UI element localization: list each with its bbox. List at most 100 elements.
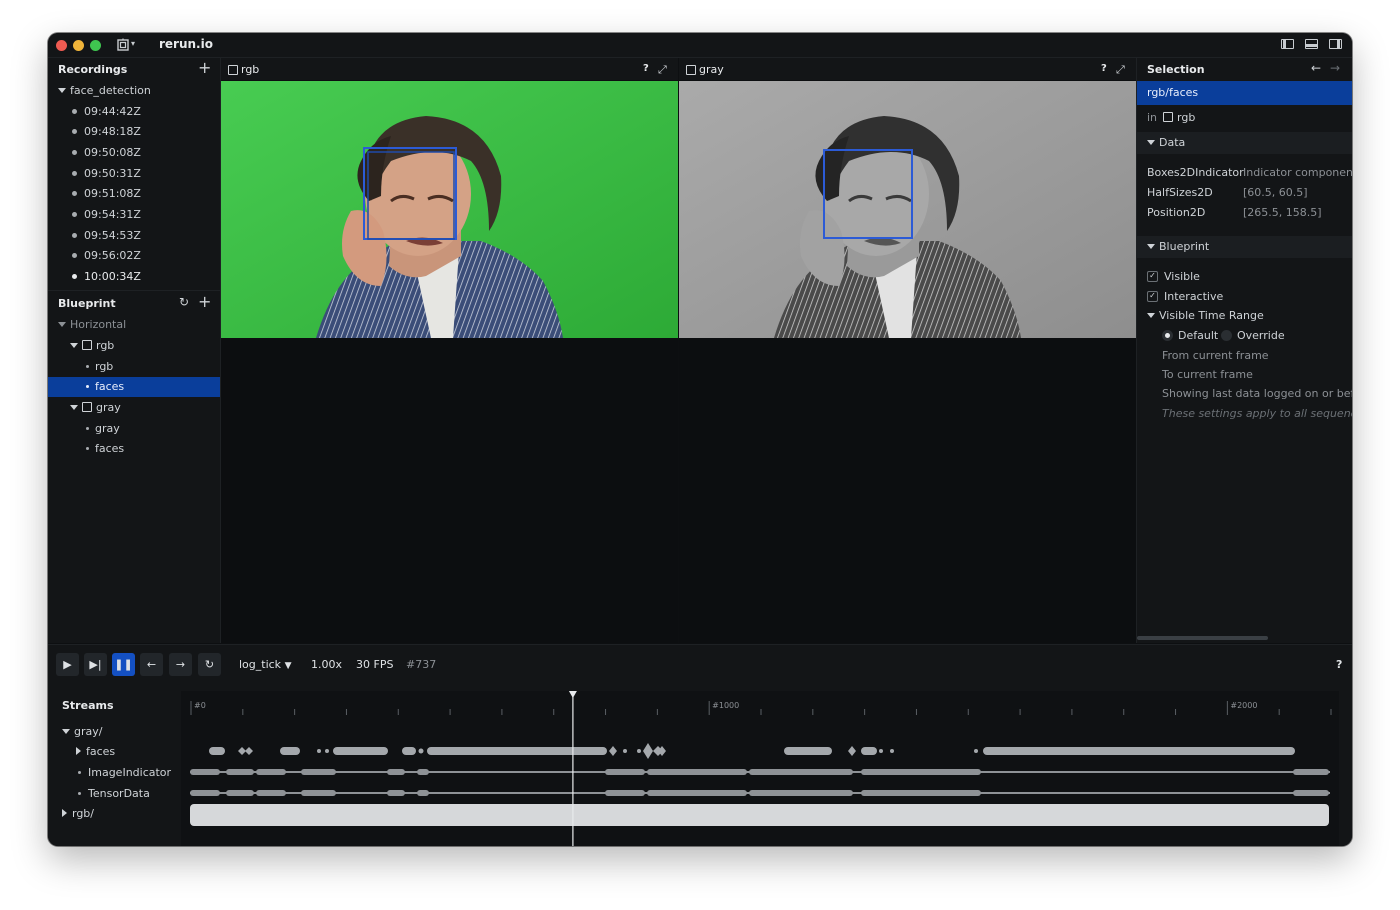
time-cursor-handle: [568, 691, 577, 698]
step-back-arrow-button[interactable]: ←: [140, 653, 163, 676]
stream-faces[interactable]: faces: [76, 742, 115, 762]
timeline-tracks[interactable]: #0 #1000 #2000: [181, 691, 1339, 846]
add-recording-plus-icon[interactable]: +: [198, 58, 211, 77]
title-bar: ▾ rerun.io: [48, 33, 1352, 58]
recording-item[interactable]: 09:50:31Z: [72, 164, 141, 184]
recording-item[interactable]: 09:50:08Z: [72, 143, 141, 163]
recording-item[interactable]: 09:54:31Z: [72, 205, 141, 225]
showing-label: Showing last data logged on or before: [1162, 387, 1352, 400]
selection-in-view[interactable]: in rgb: [1147, 108, 1195, 128]
gray-image[interactable]: [679, 81, 1136, 338]
fps-setting[interactable]: 30 FPS: [356, 658, 393, 671]
from-frame-label: From current frame: [1162, 349, 1269, 362]
recording-item-active[interactable]: 10:00:34Z: [72, 267, 141, 287]
loop-button[interactable]: ↻: [198, 653, 221, 676]
component-value: [60.5, 60.5]: [1243, 186, 1308, 199]
component-value: [265.5, 158.5]: [1243, 206, 1322, 219]
viewport-rgb[interactable]: rgb ? ⤢: [221, 58, 678, 643]
entity-faces[interactable]: faces: [86, 439, 124, 459]
viewport-rgb-header: rgb ? ⤢: [221, 58, 678, 80]
rgb-track: [190, 804, 1329, 826]
menu-chevron-down-icon[interactable]: ▾: [131, 39, 135, 48]
recording-item[interactable]: 09:44:42Z: [72, 102, 141, 122]
recording-group[interactable]: face_detection: [58, 81, 151, 101]
timeline-selector[interactable]: log_tick ▼: [239, 658, 291, 671]
radio-override[interactable]: Override: [1221, 326, 1285, 346]
stream-tensor-data[interactable]: TensorData: [78, 784, 150, 804]
chevron-down-icon: [58, 87, 66, 93]
view-square-icon: [228, 65, 238, 75]
recording-group-label: face_detection: [70, 84, 151, 97]
recording-item[interactable]: 09:48:18Z: [72, 122, 141, 142]
add-view-plus-icon[interactable]: +: [198, 292, 211, 311]
view-square-icon: [686, 65, 696, 75]
reset-blueprint-icon[interactable]: ↻: [179, 295, 189, 309]
component-value: Indicator component f: [1243, 166, 1352, 179]
entity-faces-selected[interactable]: faces: [48, 377, 220, 397]
rerun-logo-icon[interactable]: [116, 38, 130, 52]
blueprint-section-header[interactable]: Blueprint: [1137, 236, 1352, 258]
chevron-down-icon: [1147, 243, 1155, 249]
component-key: HalfSizes2D: [1147, 186, 1213, 199]
toggle-left-panel-icon[interactable]: [1281, 39, 1294, 49]
help-icon[interactable]: ?: [1101, 63, 1107, 74]
current-frame: #737: [406, 658, 437, 671]
maximize-icon[interactable]: ⤢: [1116, 63, 1125, 77]
settings-note: These settings apply to all sequence ti: [1162, 407, 1352, 420]
timeline-panel: ▶ ▶| ❚❚ ← → ↻ log_tick ▼ 1.00x 30 FPS #7…: [48, 644, 1352, 846]
minimize-window-button[interactable]: [73, 40, 84, 51]
radio-default[interactable]: Default: [1162, 326, 1218, 346]
forward-arrow-icon[interactable]: →: [1330, 61, 1340, 75]
viewport-title: rgb: [241, 63, 260, 76]
toggle-right-panel-icon[interactable]: [1329, 39, 1342, 49]
maximize-icon[interactable]: ⤢: [658, 63, 667, 77]
step-forward-arrow-button[interactable]: →: [169, 653, 192, 676]
stream-gray[interactable]: gray/: [62, 722, 102, 742]
stream-rgb[interactable]: rgb/: [62, 804, 94, 824]
app-window: ▾ rerun.io Recordings + face_detection 0…: [48, 33, 1352, 846]
view-square-icon: [82, 402, 92, 412]
component-key: Position2D: [1147, 206, 1206, 219]
selected-entity-path[interactable]: rgb/faces: [1137, 81, 1352, 105]
stream-image-indicator[interactable]: ImageIndicator: [78, 763, 171, 783]
view-gray[interactable]: gray: [70, 398, 121, 418]
tensor-data-track: [190, 790, 1330, 796]
viewport-title: gray: [699, 63, 724, 76]
interactive-checkbox[interactable]: ✓ Interactive: [1147, 287, 1223, 307]
help-icon[interactable]: ?: [1336, 658, 1342, 671]
left-panel: Recordings + face_detection 09:44:42Z 09…: [48, 58, 221, 643]
to-frame-label: To current frame: [1162, 368, 1253, 381]
entity-rgb[interactable]: rgb: [86, 357, 113, 377]
help-icon[interactable]: ?: [643, 63, 649, 74]
view-square-icon: [1163, 112, 1174, 122]
data-section-header[interactable]: Data: [1137, 132, 1352, 154]
visible-time-range-toggle[interactable]: Visible Time Range: [1147, 306, 1264, 326]
close-window-button[interactable]: [56, 40, 67, 51]
recording-item[interactable]: 09:56:02Z: [72, 246, 141, 266]
back-arrow-icon[interactable]: ←: [1311, 61, 1321, 75]
rgb-image[interactable]: [221, 81, 678, 338]
step-forward-button[interactable]: ▶|: [84, 653, 107, 676]
recording-item[interactable]: 09:54:53Z: [72, 226, 141, 246]
maximize-window-button[interactable]: [90, 40, 101, 51]
container-horizontal[interactable]: Horizontal: [58, 315, 126, 335]
viewport-gray-header: gray ? ⤢: [679, 58, 1136, 80]
blueprint-header: Blueprint: [58, 297, 116, 310]
entity-gray[interactable]: gray: [86, 419, 120, 439]
checkmark-icon: ✓: [1147, 290, 1158, 302]
toggle-bottom-panel-icon[interactable]: [1305, 39, 1318, 49]
selection-header: Selection: [1147, 63, 1205, 76]
chevron-down-icon: [1147, 312, 1155, 318]
viewport-gray[interactable]: gray ? ⤢: [679, 58, 1136, 643]
playback-speed[interactable]: 1.00x: [311, 658, 342, 671]
horizontal-scrollbar[interactable]: [1137, 636, 1268, 640]
play-button[interactable]: ▶: [56, 653, 79, 676]
view-rgb[interactable]: rgb: [70, 336, 114, 356]
recording-item[interactable]: 09:51:08Z: [72, 184, 141, 204]
visible-checkbox[interactable]: ✓ Visible: [1147, 267, 1200, 287]
pause-button[interactable]: ❚❚: [112, 653, 135, 676]
timeline-tick-label: #2000: [1230, 701, 1257, 710]
selection-panel: Selection ← → rgb/faces in rgb Data Boxes…: [1136, 58, 1352, 643]
image-indicator-track: [190, 769, 1330, 775]
component-key: Boxes2DIndicator: [1147, 166, 1244, 179]
